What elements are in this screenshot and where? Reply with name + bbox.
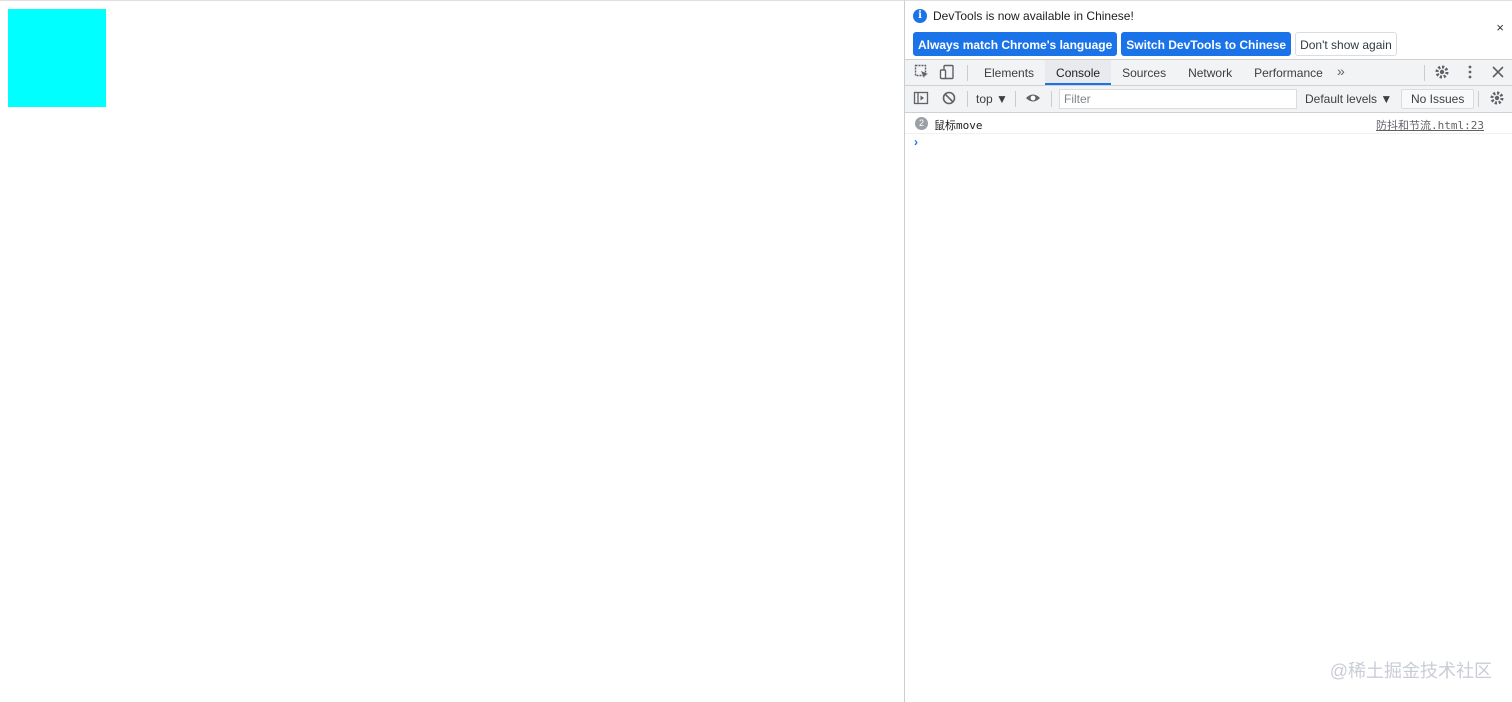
log-levels-dropdown[interactable]: Default levels ▼ (1305, 92, 1392, 106)
page-viewport (0, 0, 904, 702)
console-toolbar: top ▼ Default levels ▼ No Issues (905, 86, 1512, 113)
infobar-close-icon[interactable]: × (1496, 21, 1504, 35)
clear-console-icon[interactable] (940, 90, 958, 108)
infobar-message: DevTools is now available in Chinese! (933, 9, 1134, 23)
info-icon: i (913, 9, 927, 23)
console-source-link[interactable]: 防抖和节流.html:23 (1376, 117, 1484, 133)
cyan-box[interactable] (8, 9, 106, 107)
tab-elements[interactable]: Elements (973, 60, 1045, 85)
device-toolbar-icon[interactable] (938, 64, 956, 82)
devtools-tabbar: Elements Console Sources Network Perform… (905, 59, 1512, 86)
issues-button[interactable]: No Issues (1401, 89, 1475, 109)
language-infobar: i DevTools is now available in Chinese! … (905, 1, 1512, 59)
context-selector[interactable]: top ▼ (976, 92, 1008, 106)
close-devtools-icon[interactable] (1489, 64, 1507, 82)
console-prompt[interactable]: › (914, 135, 918, 149)
console-settings-gear-icon[interactable] (1488, 90, 1506, 108)
console-message-text: 鼠标move (934, 119, 983, 132)
console-message: 2 鼠标move 防抖和节流.html:23 (905, 114, 1512, 134)
match-language-button[interactable]: Always match Chrome's language (913, 32, 1118, 56)
watermark: @稀土掘金技术社区 (1329, 661, 1492, 681)
repeat-count-badge: 2 (915, 117, 928, 130)
filter-input[interactable] (1059, 89, 1297, 109)
more-options-icon[interactable] (1461, 64, 1479, 82)
inspect-element-icon[interactable] (913, 64, 931, 82)
tab-network[interactable]: Network (1177, 60, 1243, 85)
dont-show-again-button[interactable]: Don't show again (1295, 32, 1397, 56)
live-expression-eye-icon[interactable] (1024, 90, 1042, 108)
tab-console[interactable]: Console (1045, 60, 1112, 85)
sidebar-toggle-icon[interactable] (912, 90, 930, 108)
more-tabs-icon[interactable]: » (1337, 63, 1345, 79)
tab-performance[interactable]: Performance (1243, 60, 1334, 85)
tab-sources[interactable]: Sources (1111, 60, 1177, 85)
switch-chinese-button[interactable]: Switch DevTools to Chinese (1121, 32, 1292, 56)
devtools-panel: i DevTools is now available in Chinese! … (904, 0, 1512, 702)
settings-gear-icon[interactable] (1433, 64, 1451, 82)
